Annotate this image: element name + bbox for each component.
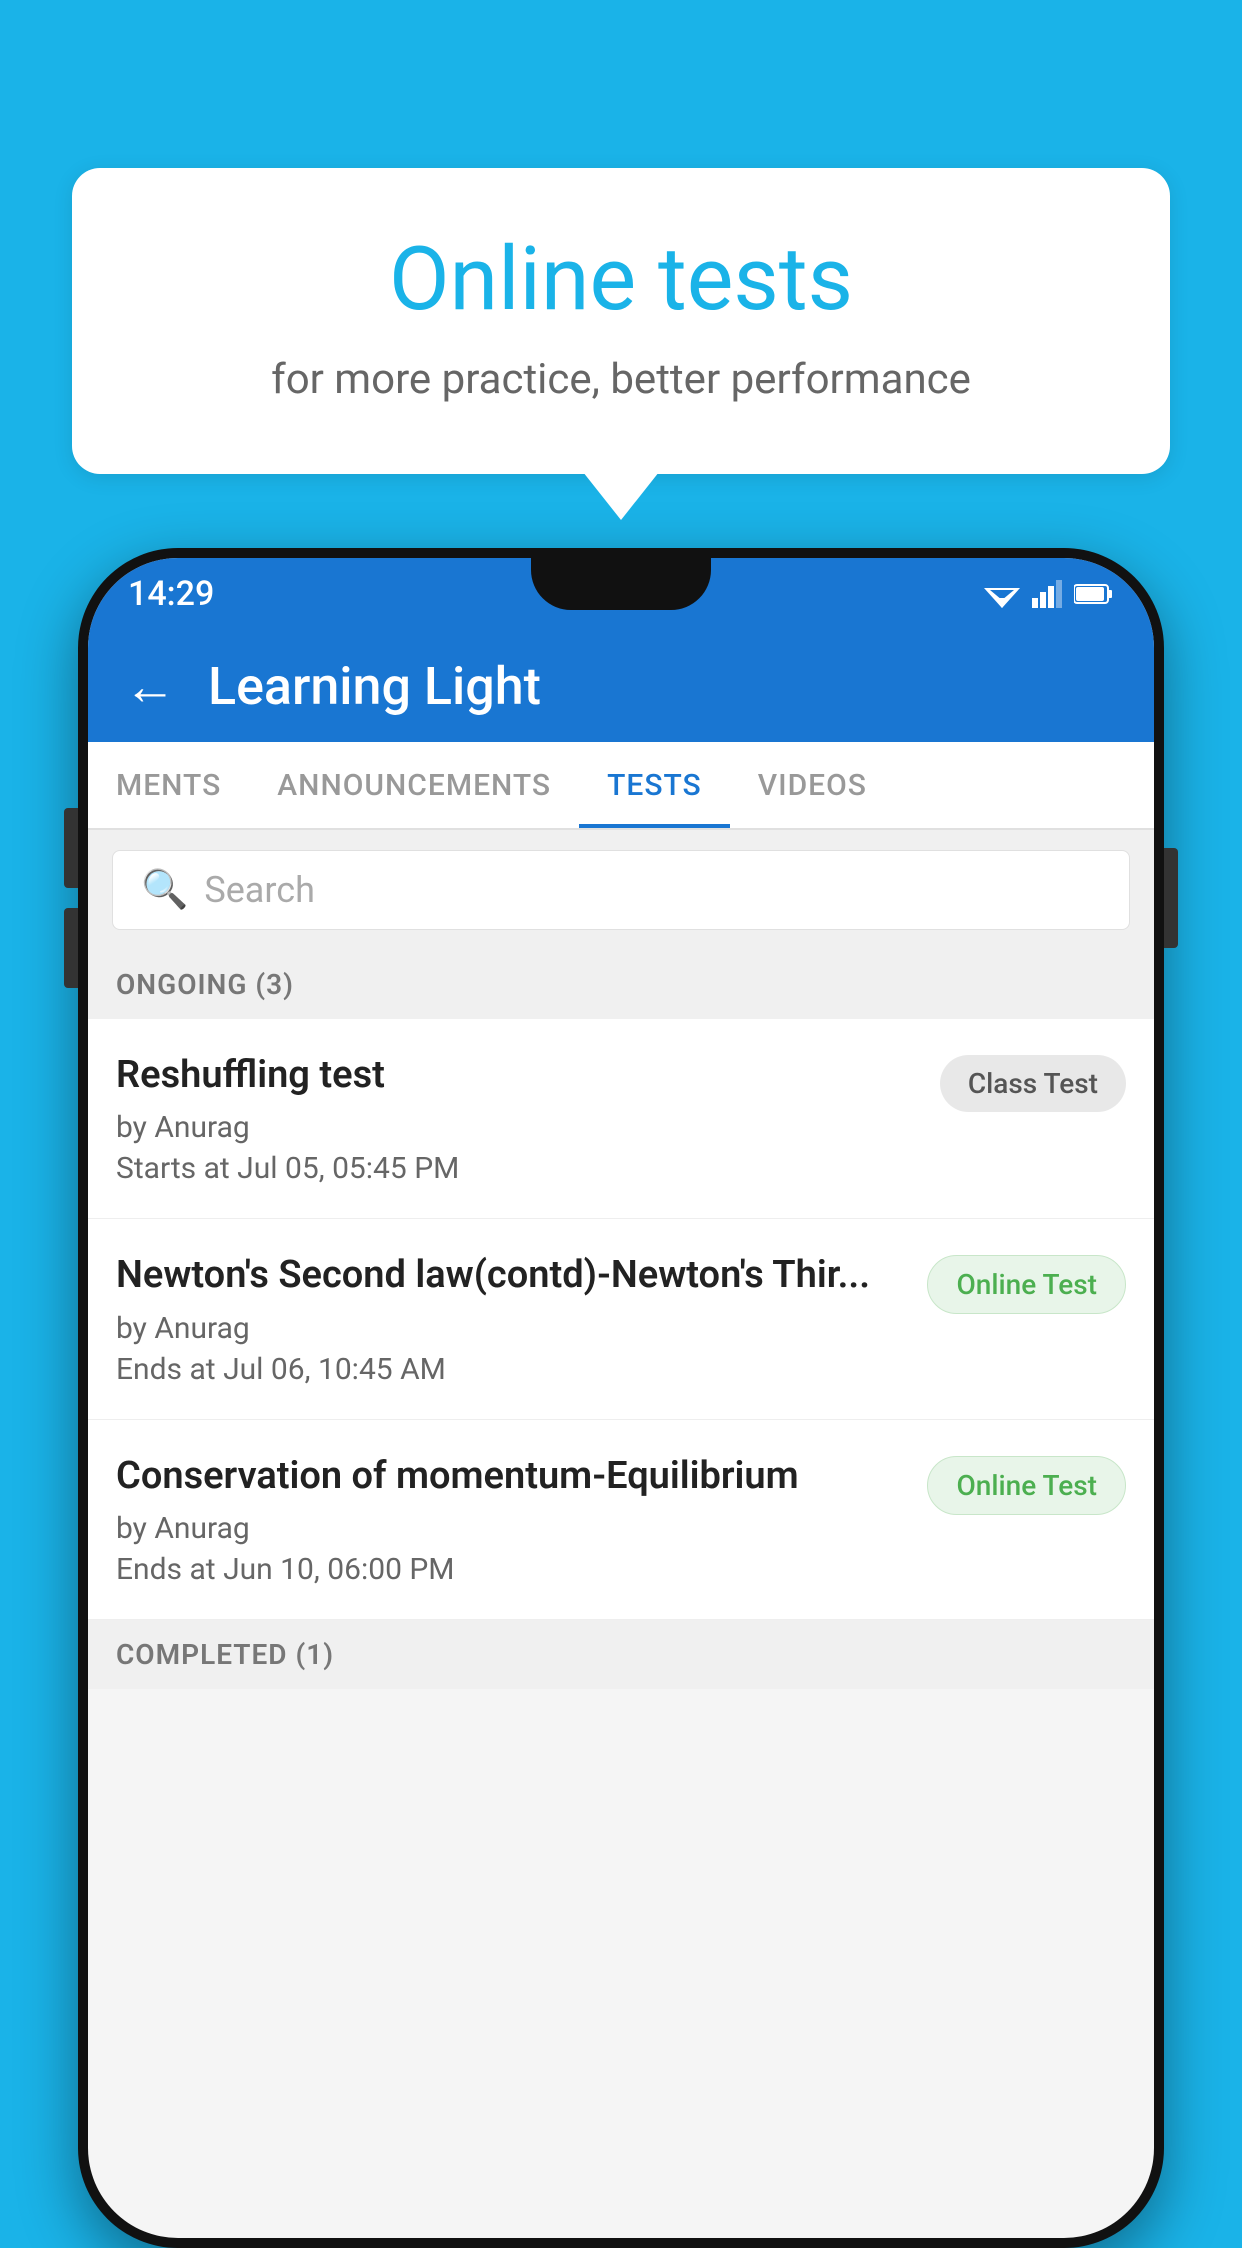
test-badge-2: Online Test [927,1255,1126,1314]
app-bar: ← Learning Light [88,630,1154,742]
test-item-3[interactable]: Conservation of momentum-Equilibrium by … [88,1420,1154,1620]
search-bar[interactable]: 🔍 Search [112,850,1130,930]
app-title: Learning Light [208,656,541,717]
test-badge-1: Class Test [940,1055,1126,1112]
test-info-3: Conservation of momentum-Equilibrium by … [116,1452,907,1587]
test-author-3: by Anurag [116,1511,907,1546]
test-info-2: Newton's Second law(contd)-Newton's Thir… [116,1251,907,1386]
wifi-icon [984,580,1020,608]
test-item-2[interactable]: Newton's Second law(contd)-Newton's Thir… [88,1219,1154,1419]
status-icons [984,580,1114,608]
battery-icon [1074,583,1114,605]
test-list: Reshuffling test by Anurag Starts at Jul… [88,1019,1154,1620]
test-name-1: Reshuffling test [116,1051,920,1100]
test-badge-3: Online Test [927,1456,1126,1515]
search-placeholder: Search [204,869,315,911]
phone-screen: 14:29 [88,558,1154,2238]
phone-frame: 14:29 [78,548,1164,2248]
status-time: 14:29 [128,574,214,614]
ongoing-section-header: ONGOING (3) [88,950,1154,1019]
search-container: 🔍 Search [88,830,1154,950]
test-name-3: Conservation of momentum-Equilibrium [116,1452,907,1501]
test-time-1: Starts at Jul 05, 05:45 PM [116,1151,920,1186]
test-time-3: Ends at Jun 10, 06:00 PM [116,1552,907,1587]
power-button [1164,848,1178,948]
test-time-2: Ends at Jul 06, 10:45 AM [116,1352,907,1387]
signal-icon [1032,580,1062,608]
tab-announcements[interactable]: ANNOUNCEMENTS [249,742,579,828]
test-name-2: Newton's Second law(contd)-Newton's Thir… [116,1251,907,1300]
test-info-1: Reshuffling test by Anurag Starts at Jul… [116,1051,920,1186]
vol-down-button [64,908,78,988]
vol-up-button [64,808,78,888]
tab-ments[interactable]: MENTS [88,742,249,828]
search-icon: 🔍 [141,868,188,912]
test-author-1: by Anurag [116,1110,920,1145]
tab-bar: MENTS ANNOUNCEMENTS TESTS VIDEOS [88,742,1154,830]
test-author-2: by Anurag [116,1311,907,1346]
tab-tests[interactable]: TESTS [579,742,730,828]
bubble-subtitle: for more practice, better performance [122,355,1120,404]
bubble-title: Online tests [122,228,1120,331]
status-bar: 14:29 [88,558,1154,630]
tab-videos[interactable]: VIDEOS [730,742,895,828]
speech-bubble: Online tests for more practice, better p… [72,168,1170,474]
completed-section-header: COMPLETED (1) [88,1620,1154,1689]
notch [531,558,711,610]
back-arrow-icon[interactable]: ← [124,656,176,717]
test-item-1[interactable]: Reshuffling test by Anurag Starts at Jul… [88,1019,1154,1219]
